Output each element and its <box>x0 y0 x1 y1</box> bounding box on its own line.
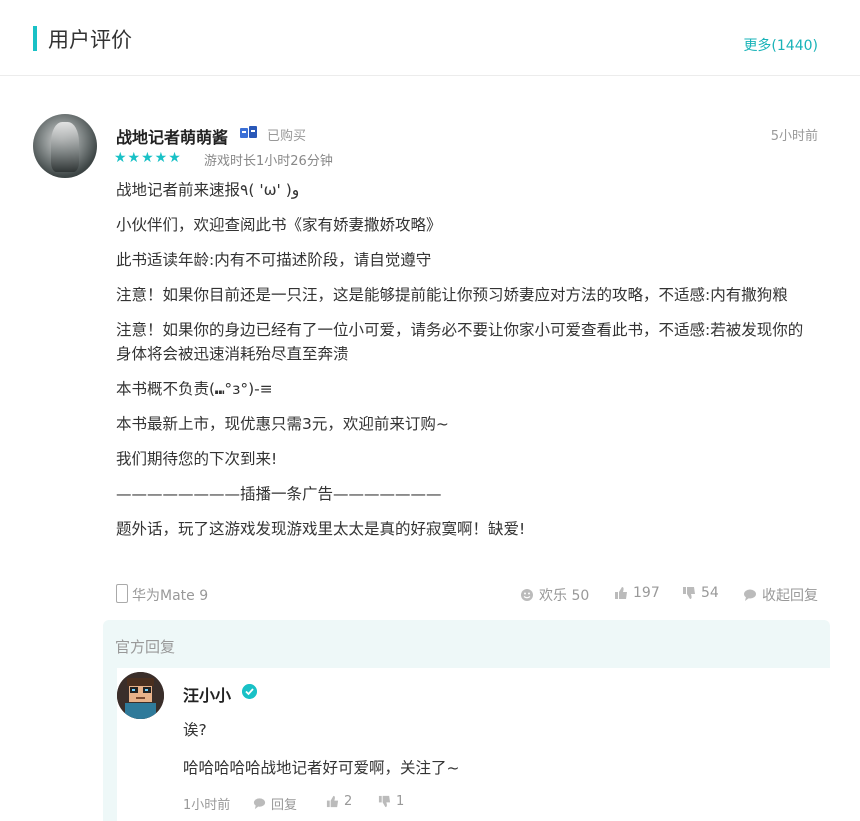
review-line: 题外话，玩了这游戏发现游戏里太太是真的好寂寞啊！缺爱! <box>116 520 526 538</box>
reply-button[interactable]: 回复 <box>253 794 297 813</box>
reply-like-button[interactable]: 2 <box>326 794 352 809</box>
reply-line: 诶? <box>183 721 207 739</box>
dislike-count: 54 <box>701 585 719 601</box>
thumbs-up-icon <box>326 795 339 808</box>
review-line: 此书适读年龄:内有不可描述阶段，请自觉遵守 <box>116 251 432 269</box>
device-label: 华为Mate 9 <box>132 588 209 604</box>
reply-time-label: 1小时前 <box>183 798 231 813</box>
reply-dislike-button[interactable]: 1 <box>378 794 404 809</box>
reply-time: 1小时前 <box>183 794 230 813</box>
review-line: 注意！如果你目前还是一只汪，这是能够提前能让你预习娇妻应对方法的攻略，不适感:内… <box>116 286 788 304</box>
review-line: 本书最新上市，现优惠只需3元，欢迎前来订购~ <box>116 415 449 433</box>
player-badge-icon <box>240 126 257 138</box>
official-reply-content: 诶? 哈哈哈哈哈战地记者好可爱啊，关注了~ <box>183 718 460 794</box>
section-title: 用户评价 <box>48 28 132 52</box>
like-button[interactable]: 197 <box>614 585 660 601</box>
playtime-label: 游戏时长1小时26分钟 <box>204 154 333 169</box>
review-line: 注意！如果你的身边已经有了一位小可爱，请务必不要让你家小可爱查看此书，不适感:若… <box>116 321 804 363</box>
collapse-replies-label: 收起回复 <box>762 588 818 604</box>
comment-icon <box>253 798 266 810</box>
review-line: 我们期待您的下次到来! <box>116 450 278 468</box>
review-line: ————————插播一条广告——————— <box>116 485 442 503</box>
developer-avatar[interactable] <box>117 672 164 719</box>
funny-button[interactable]: 欢乐 50 <box>520 585 589 605</box>
purchased-label: 已购买 <box>267 129 307 144</box>
funny-label: 欢乐 50 <box>539 588 590 604</box>
verified-icon <box>242 684 257 699</box>
rating-stars: ★★★★★ <box>114 150 182 166</box>
reply-dislike-count: 1 <box>396 794 405 809</box>
phone-icon <box>116 584 128 603</box>
reply-like-count: 2 <box>344 794 353 809</box>
review-content: 战地记者前来速报٩( 'ω' )و 小伙伴们，欢迎查阅此书《家有娇妻撒娇攻略》 … <box>116 178 816 552</box>
thumbs-down-icon <box>683 587 695 599</box>
developer-name[interactable]: 汪小小 <box>183 682 231 706</box>
thumbs-up-icon <box>615 587 627 599</box>
reviewer-username[interactable]: 战地记者萌萌酱 <box>116 124 228 148</box>
comment-icon <box>744 589 756 601</box>
smile-icon <box>521 589 533 601</box>
review-line: 本书概不负责(⑉°з°)-≡ <box>116 380 273 398</box>
accent-bar <box>33 26 37 51</box>
section-header: 用户评价 更多(1440) <box>0 0 860 76</box>
dislike-button[interactable]: 54 <box>682 585 719 601</box>
thumbs-down-icon <box>378 795 391 808</box>
review-line: 战地记者前来速报٩( 'ω' )و <box>116 181 300 199</box>
review-line: 小伙伴们，欢迎查阅此书《家有娇妻撒娇攻略》 <box>116 216 442 234</box>
reply-button-label: 回复 <box>271 798 298 813</box>
collapse-replies-button[interactable]: 收起回复 <box>743 585 818 605</box>
like-count: 197 <box>633 585 660 601</box>
official-reply-title: 官方回复 <box>115 638 176 656</box>
reviewer-avatar[interactable] <box>33 114 97 178</box>
review-time: 5小时前 <box>770 129 818 144</box>
reply-line: 哈哈哈哈哈战地记者好可爱啊，关注了~ <box>183 759 460 777</box>
more-reviews-link[interactable]: 更多(1440) <box>743 35 818 55</box>
